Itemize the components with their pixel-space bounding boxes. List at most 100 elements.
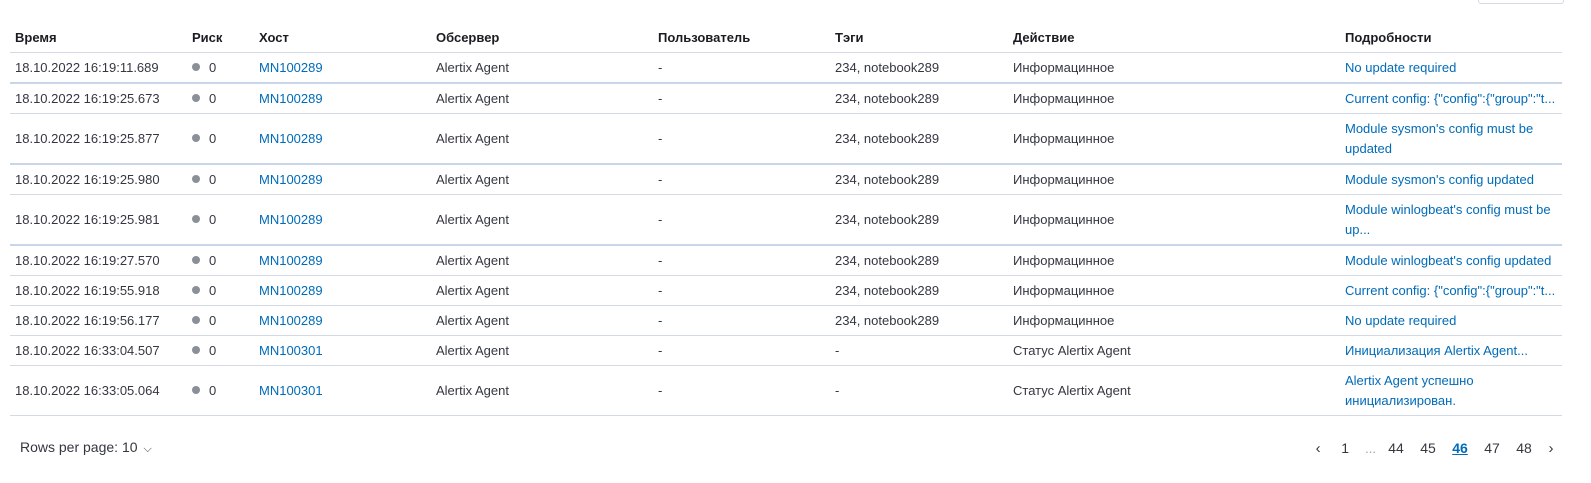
observer-cell: Alertix Agent xyxy=(431,83,653,114)
host-link[interactable]: MN100289 xyxy=(259,212,323,227)
action-cell: Информацинное xyxy=(1008,275,1340,306)
table-footer: Rows per page: 10 ⌵ ‹ 1 ... 44 45 46 47 4… xyxy=(10,436,1562,462)
page-button-44[interactable]: 44 xyxy=(1383,438,1409,458)
action-cell: Информацинное xyxy=(1008,245,1340,276)
time-cell: 18.10.2022 16:19:25.877 xyxy=(10,113,187,165)
details-cell: Module sysmon's config must be updated xyxy=(1340,113,1562,165)
column-header-host[interactable]: Хост xyxy=(254,22,431,53)
column-header-details[interactable]: Подробности xyxy=(1340,22,1562,53)
rows-per-page-button[interactable]: Rows per page: 10 ⌵ xyxy=(20,439,152,456)
host-link[interactable]: MN100289 xyxy=(259,253,323,268)
tags-cell: 234, notebook289 xyxy=(830,164,1008,195)
dot-icon xyxy=(192,385,200,394)
pagination: ‹ 1 ... 44 45 46 47 48 › xyxy=(1307,438,1562,458)
details-cell: Current config: {"config":{"group":"t... xyxy=(1340,275,1562,306)
host-link[interactable]: MN100289 xyxy=(259,91,323,106)
risk-cell: 0 xyxy=(187,245,254,276)
risk-cell: 0 xyxy=(187,335,254,366)
page-button-48[interactable]: 48 xyxy=(1511,438,1537,458)
details-link[interactable]: Current config: {"config":{"group":"t... xyxy=(1345,283,1555,298)
host-link[interactable]: MN100289 xyxy=(259,172,323,187)
observer-cell: Alertix Agent xyxy=(431,113,653,165)
details-cell: No update required xyxy=(1340,52,1562,84)
details-cell: Current config: {"config":{"group":"t... xyxy=(1340,83,1562,114)
risk-cell: 0 xyxy=(187,164,254,195)
details-link[interactable]: Current config: {"config":{"group":"t... xyxy=(1345,91,1555,106)
chevron-right-icon[interactable]: › xyxy=(1540,440,1562,457)
host-link[interactable]: MN100301 xyxy=(259,343,323,358)
host-cell: MN100289 xyxy=(254,164,431,195)
table-row[interactable]: 18.10.2022 16:19:27.570 0 MN100289 Alert… xyxy=(10,245,1562,276)
column-header-time[interactable]: Время xyxy=(10,22,187,53)
tags-cell: 234, notebook289 xyxy=(830,83,1008,114)
details-link[interactable]: Module sysmon's config must be updated xyxy=(1345,119,1558,159)
details-link[interactable]: Module sysmon's config updated xyxy=(1345,172,1534,187)
host-cell: MN100289 xyxy=(254,113,431,165)
details-link[interactable]: Module winlogbeat's config updated xyxy=(1345,253,1551,268)
chevron-down-icon: ⌵ xyxy=(143,443,152,455)
host-cell: MN100289 xyxy=(254,305,431,336)
details-link[interactable]: Инициализация Alertix Agent... xyxy=(1345,343,1528,358)
table-row[interactable]: 18.10.2022 16:19:56.177 0 MN100289 Alert… xyxy=(10,305,1562,336)
page-button-1[interactable]: 1 xyxy=(1332,438,1358,458)
page-button-47[interactable]: 47 xyxy=(1479,438,1505,458)
details-link[interactable]: Module winlogbeat's config must be up... xyxy=(1345,200,1558,240)
table-row[interactable]: 18.10.2022 16:33:05.064 0 MN100301 Alert… xyxy=(10,365,1562,416)
table-row[interactable]: 18.10.2022 16:19:25.877 0 MN100289 Alert… xyxy=(10,113,1562,165)
details-link[interactable]: No update required xyxy=(1345,60,1456,75)
dot-icon xyxy=(192,345,200,354)
host-link[interactable]: MN100289 xyxy=(259,313,323,328)
table-row[interactable]: 18.10.2022 16:19:25.981 0 MN100289 Alert… xyxy=(10,194,1562,246)
time-cell: 18.10.2022 16:33:05.064 xyxy=(10,365,187,416)
host-link[interactable]: MN100289 xyxy=(259,131,323,146)
host-cell: MN100289 xyxy=(254,275,431,306)
observer-cell: Alertix Agent xyxy=(431,305,653,336)
action-cell: Информацинное xyxy=(1008,113,1340,165)
top-right-tab-edge xyxy=(1478,0,1564,4)
time-cell: 18.10.2022 16:19:27.570 xyxy=(10,245,187,276)
table-row[interactable]: 18.10.2022 16:19:25.673 0 MN100289 Alert… xyxy=(10,83,1562,114)
time-cell: 18.10.2022 16:19:25.981 xyxy=(10,194,187,246)
time-cell: 18.10.2022 16:33:04.507 xyxy=(10,335,187,366)
table-row[interactable]: 18.10.2022 16:19:11.689 0 MN100289 Alert… xyxy=(10,52,1562,84)
user-cell: - xyxy=(653,275,830,306)
details-link[interactable]: No update required xyxy=(1345,313,1456,328)
table-row[interactable]: 18.10.2022 16:33:04.507 0 MN100301 Alert… xyxy=(10,335,1562,366)
page-button-46-current[interactable]: 46 xyxy=(1447,438,1473,458)
column-header-user[interactable]: Пользователь xyxy=(653,22,830,53)
host-cell: MN100289 xyxy=(254,194,431,246)
chevron-left-icon[interactable]: ‹ xyxy=(1307,440,1329,457)
action-cell: Информацинное xyxy=(1008,164,1340,195)
risk-value: 0 xyxy=(209,312,217,328)
dot-icon xyxy=(192,214,200,223)
action-cell: Информацинное xyxy=(1008,52,1340,84)
risk-cell: 0 xyxy=(187,275,254,306)
table-row[interactable]: 18.10.2022 16:19:55.918 0 MN100289 Alert… xyxy=(10,275,1562,306)
risk-cell: 0 xyxy=(187,305,254,336)
column-header-tags[interactable]: Тэги xyxy=(830,22,1008,53)
observer-cell: Alertix Agent xyxy=(431,335,653,366)
column-header-action[interactable]: Действие xyxy=(1008,22,1340,53)
host-cell: MN100289 xyxy=(254,83,431,114)
column-header-risk[interactable]: Риск xyxy=(187,22,254,53)
column-header-observer[interactable]: Обсервер xyxy=(431,22,653,53)
user-cell: - xyxy=(653,83,830,114)
observer-cell: Alertix Agent xyxy=(431,245,653,276)
events-table: Время Риск Хост Обсервер Пользователь Тэ… xyxy=(10,22,1562,416)
details-cell: Module sysmon's config updated xyxy=(1340,164,1562,195)
table-row[interactable]: 18.10.2022 16:19:25.980 0 MN100289 Alert… xyxy=(10,164,1562,195)
tags-cell: 234, notebook289 xyxy=(830,245,1008,276)
details-cell: Module winlogbeat's config updated xyxy=(1340,245,1562,276)
observer-cell: Alertix Agent xyxy=(431,52,653,84)
host-link[interactable]: MN100289 xyxy=(259,60,323,75)
host-link[interactable]: MN100289 xyxy=(259,283,323,298)
tags-cell: 234, notebook289 xyxy=(830,113,1008,165)
risk-value: 0 xyxy=(209,252,217,268)
time-cell: 18.10.2022 16:19:25.673 xyxy=(10,83,187,114)
action-cell: Информацинное xyxy=(1008,305,1340,336)
risk-value: 0 xyxy=(209,211,217,227)
page-button-45[interactable]: 45 xyxy=(1415,438,1441,458)
host-cell: MN100289 xyxy=(254,245,431,276)
host-link[interactable]: MN100301 xyxy=(259,383,323,398)
details-link[interactable]: Alertix Agent успешно инициализирован. xyxy=(1345,371,1558,411)
